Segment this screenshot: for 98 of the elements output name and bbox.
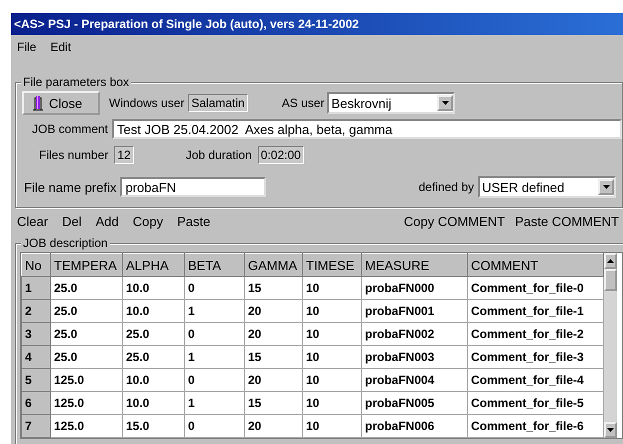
close-button[interactable]: Close: [22, 91, 100, 115]
table-cell: 0: [184, 322, 244, 346]
toolbar-button[interactable]: Paste COMMENT: [514, 214, 619, 229]
table-cell: 10.0: [122, 300, 184, 322]
table-cell: 125.0: [50, 368, 122, 392]
table-cell: probaFN002: [362, 322, 468, 346]
scroll-up-icon: [607, 259, 614, 263]
table-cell: 15: [244, 392, 302, 414]
table-cell: 10.0: [122, 276, 184, 300]
table-cell: probaFN000: [362, 276, 468, 300]
row-number: 6: [22, 392, 50, 414]
group-title: File parameters box: [21, 75, 132, 89]
table-cell: 25.0: [50, 322, 122, 346]
column-header[interactable]: ALPHA: [122, 254, 184, 276]
table-cell: probaFN001: [362, 300, 468, 322]
table-cell: 20: [244, 322, 302, 346]
table-cell: 10: [302, 414, 362, 438]
table-cell: 10.0: [122, 368, 184, 392]
toolbar-button[interactable]: Copy COMMENT: [404, 214, 505, 229]
toolbar-button[interactable]: Clear: [17, 214, 48, 229]
table-cell: 25.0: [122, 322, 184, 346]
door-icon: [32, 95, 44, 111]
toolbar-button[interactable]: Add: [96, 214, 119, 229]
row-number: 2: [22, 300, 50, 322]
column-header[interactable]: TEMPERA: [50, 254, 122, 276]
table-cell: 0: [184, 276, 244, 300]
dropdown-arrow-icon: [442, 101, 449, 105]
prefix-field[interactable]: probaFN: [120, 177, 266, 197]
toolbar-button[interactable]: Copy: [132, 214, 164, 229]
table-cell: 10: [302, 300, 362, 322]
table-cell: 125.0: [50, 414, 122, 438]
column-header[interactable]: TIMESE: [302, 254, 362, 276]
table-cell: Comment_for_file-4: [468, 368, 604, 392]
comment-field[interactable]: Test JOB 25.04.2002 Axes alpha, beta, gamma: [112, 119, 622, 139]
table-cell: Comment_for_file-3: [468, 346, 604, 368]
menu-item[interactable]: File: [16, 40, 38, 54]
table-cell: 20: [244, 414, 302, 438]
readonly-field: 12: [114, 146, 134, 164]
table-cell: 25.0: [50, 346, 122, 368]
table-cell: 1: [184, 300, 244, 322]
toolbar-button[interactable]: Paste: [177, 214, 210, 229]
table-cell: probaFN006: [362, 414, 468, 438]
readonly-field: 0:02:00: [258, 146, 304, 164]
defined-by-dropdown[interactable]: USER defined: [478, 176, 616, 198]
table-cell: 25.0: [122, 346, 184, 368]
table-cell: probaFN005: [362, 392, 468, 414]
row-number: 3: [22, 322, 50, 346]
table-cell: Comment_for_file-0: [468, 276, 604, 300]
menu-item[interactable]: Edit: [49, 40, 72, 54]
toolbar-button[interactable]: Del: [62, 214, 82, 229]
group-title: JOB description: [21, 236, 110, 250]
scroll-thumb[interactable]: [604, 269, 617, 291]
column-header[interactable]: COMMENT: [468, 254, 604, 276]
table-cell: 15: [244, 276, 302, 300]
table-cell: 125.0: [50, 392, 122, 414]
column-header[interactable]: GAMMA: [244, 254, 302, 276]
table-cell: 0: [184, 368, 244, 392]
table-cell: 15: [244, 346, 302, 368]
column-header[interactable]: BETA: [184, 254, 244, 276]
table-cell: 0: [184, 414, 244, 438]
table-cell: 1: [184, 392, 244, 414]
table-cell: Comment_for_file-2: [468, 322, 604, 346]
readonly-field: Salamatin: [188, 94, 248, 112]
dropdown-arrow-icon: [602, 185, 610, 189]
field-label: Windows user: [109, 96, 184, 110]
table-cell: probaFN003: [362, 346, 468, 368]
field-label: File name prefix: [24, 180, 116, 194]
row-number: 4: [22, 346, 50, 368]
table-cell: Comment_for_file-6: [468, 414, 604, 438]
row-number: 5: [22, 368, 50, 392]
row-number: 7: [22, 414, 50, 438]
table-cell: 15.0: [122, 414, 184, 438]
field-label: AS user: [282, 96, 324, 110]
field-label: Job duration: [186, 148, 252, 162]
user-dropdown[interactable]: Beskrovnij: [327, 92, 456, 114]
table-cell: 10: [302, 392, 362, 414]
window-title: <AS> PSJ - Preparation of Single Job (auto), vers 24-11-2002: [11, 13, 623, 35]
table-cell: 10: [302, 276, 362, 300]
table-cell: 10: [302, 322, 362, 346]
field-label: Files number: [39, 148, 108, 162]
table-cell: 10: [302, 368, 362, 392]
scrollbar[interactable]: [604, 253, 617, 438]
table-cell: 1: [184, 346, 244, 368]
row-number: 1: [22, 276, 50, 300]
field-label: defined by: [418, 180, 474, 194]
scroll-down-icon: [607, 428, 614, 432]
table-cell: 20: [244, 300, 302, 322]
table-cell: 20: [244, 368, 302, 392]
table-cell: 10: [302, 346, 362, 368]
column-header[interactable]: No: [22, 254, 50, 276]
table-cell: 25.0: [50, 276, 122, 300]
table-cell: Comment_for_file-1: [468, 300, 604, 322]
table-cell: 10.0: [122, 392, 184, 414]
column-header[interactable]: MEASURE: [362, 254, 468, 276]
field-label: JOB comment: [32, 122, 108, 136]
table-cell: 25.0: [50, 300, 122, 322]
table-cell: probaFN004: [362, 368, 468, 392]
table-cell: Comment_for_file-5: [468, 392, 604, 414]
